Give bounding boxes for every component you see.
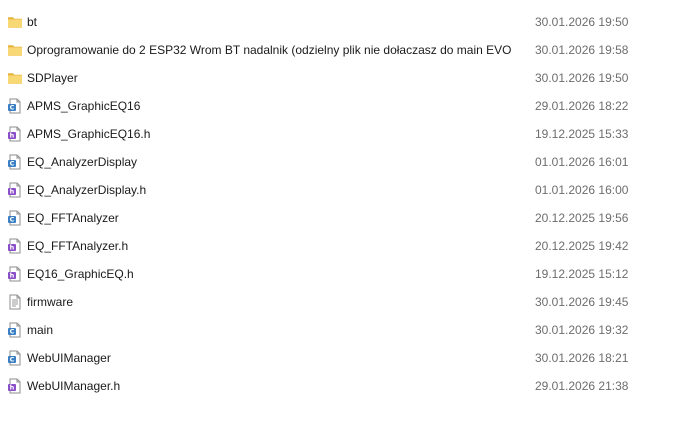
file-row[interactable]: C EQ_AnalyzerDisplay 01.01.2026 16:01 bbox=[0, 148, 686, 176]
file-name: EQ_AnalyzerDisplay bbox=[27, 155, 138, 169]
header-file-icon: h bbox=[7, 182, 23, 198]
file-name: WebUIManager.h bbox=[27, 379, 121, 393]
file-row[interactable]: C APMS_GraphicEQ16 29.01.2026 18:22 bbox=[0, 92, 686, 120]
file-date-modified: 20.12.2025 19:56 bbox=[535, 211, 629, 225]
folder-icon bbox=[7, 14, 23, 30]
file-name: bt bbox=[27, 15, 38, 29]
file-date-modified: 30.01.2026 19:58 bbox=[535, 43, 629, 57]
file-name: SDPlayer bbox=[27, 71, 78, 85]
svg-text:C: C bbox=[10, 104, 15, 112]
c-source-file-icon: C bbox=[7, 154, 23, 170]
file-row[interactable]: bt 30.01.2026 19:50 bbox=[0, 8, 686, 36]
header-file-icon: h bbox=[7, 378, 23, 394]
file-row[interactable]: Cmain 30.01.2026 19:32 bbox=[0, 316, 686, 344]
file-date-modified: 30.01.2026 19:50 bbox=[535, 15, 629, 29]
svg-text:C: C bbox=[10, 328, 15, 336]
file-name: APMS_GraphicEQ16 bbox=[27, 99, 141, 113]
file-name: EQ16_GraphicEQ.h bbox=[27, 267, 134, 281]
svg-text:h: h bbox=[10, 188, 15, 196]
file-date-modified: 30.01.2026 19:45 bbox=[535, 295, 629, 309]
text-file-icon bbox=[7, 294, 23, 310]
header-file-icon: h bbox=[7, 126, 23, 142]
file-name: EQ_FFTAnalyzer bbox=[27, 211, 119, 225]
file-name: EQ_AnalyzerDisplay.h bbox=[27, 183, 147, 197]
svg-text:h: h bbox=[10, 244, 15, 252]
svg-text:h: h bbox=[10, 272, 15, 280]
file-row[interactable]: C WebUIManager 30.01.2026 18:21 bbox=[0, 344, 686, 372]
file-name: APMS_GraphicEQ16.h bbox=[27, 127, 151, 141]
folder-icon bbox=[7, 42, 23, 58]
file-row[interactable]: h EQ_AnalyzerDisplay.h 01.01.2026 16:00 bbox=[0, 176, 686, 204]
file-date-modified: 01.01.2026 16:01 bbox=[535, 155, 629, 169]
file-date-modified: 30.01.2026 19:32 bbox=[535, 323, 629, 337]
file-date-modified: 29.01.2026 21:38 bbox=[535, 379, 629, 393]
file-list: bt 30.01.2026 19:50 Oprogramowanie do 2 ES… bbox=[0, 8, 686, 400]
file-row[interactable]: h APMS_GraphicEQ16.h 19.12.2025 15:33 bbox=[0, 120, 686, 148]
file-date-modified: 30.01.2026 19:50 bbox=[535, 71, 629, 85]
file-name: EQ_FFTAnalyzer.h bbox=[27, 239, 129, 253]
file-name: Oprogramowanie do 2 ESP32 Wrom BT nadaln… bbox=[27, 43, 512, 57]
file-date-modified: 19.12.2025 15:12 bbox=[535, 267, 629, 281]
svg-text:C: C bbox=[10, 216, 15, 224]
file-date-modified: 01.01.2026 16:00 bbox=[535, 183, 629, 197]
file-name: WebUIManager bbox=[27, 351, 111, 365]
file-name: main bbox=[27, 323, 54, 337]
file-name: firmware bbox=[27, 295, 74, 309]
file-date-modified: 30.01.2026 18:21 bbox=[535, 351, 629, 365]
header-file-icon: h bbox=[7, 238, 23, 254]
file-row[interactable]: h WebUIManager.h 29.01.2026 21:38 bbox=[0, 372, 686, 400]
file-date-modified: 20.12.2025 19:42 bbox=[535, 239, 629, 253]
file-date-modified: 19.12.2025 15:33 bbox=[535, 127, 629, 141]
file-row[interactable]: C EQ_FFTAnalyzer 20.12.2025 19:56 bbox=[0, 204, 686, 232]
c-source-file-icon: C bbox=[7, 210, 23, 226]
c-source-file-icon: C bbox=[7, 98, 23, 114]
file-row[interactable]: Oprogramowanie do 2 ESP32 Wrom BT nadaln… bbox=[0, 36, 686, 64]
svg-text:C: C bbox=[10, 356, 15, 364]
folder-icon bbox=[7, 70, 23, 86]
header-file-icon: h bbox=[7, 266, 23, 282]
svg-text:C: C bbox=[10, 160, 15, 168]
file-date-modified: 29.01.2026 18:22 bbox=[535, 99, 629, 113]
svg-text:h: h bbox=[10, 132, 15, 140]
c-source-file-icon: C bbox=[7, 350, 23, 366]
file-row[interactable]: SDPlayer 30.01.2026 19:50 bbox=[0, 64, 686, 92]
file-row[interactable]: h EQ16_GraphicEQ.h 19.12.2025 15:12 bbox=[0, 260, 686, 288]
c-source-file-icon: C bbox=[7, 322, 23, 338]
svg-text:h: h bbox=[10, 384, 15, 392]
file-row[interactable]: h EQ_FFTAnalyzer.h 20.12.2025 19:42 bbox=[0, 232, 686, 260]
file-row[interactable]: firmware 30.01.2026 19:45 bbox=[0, 288, 686, 316]
